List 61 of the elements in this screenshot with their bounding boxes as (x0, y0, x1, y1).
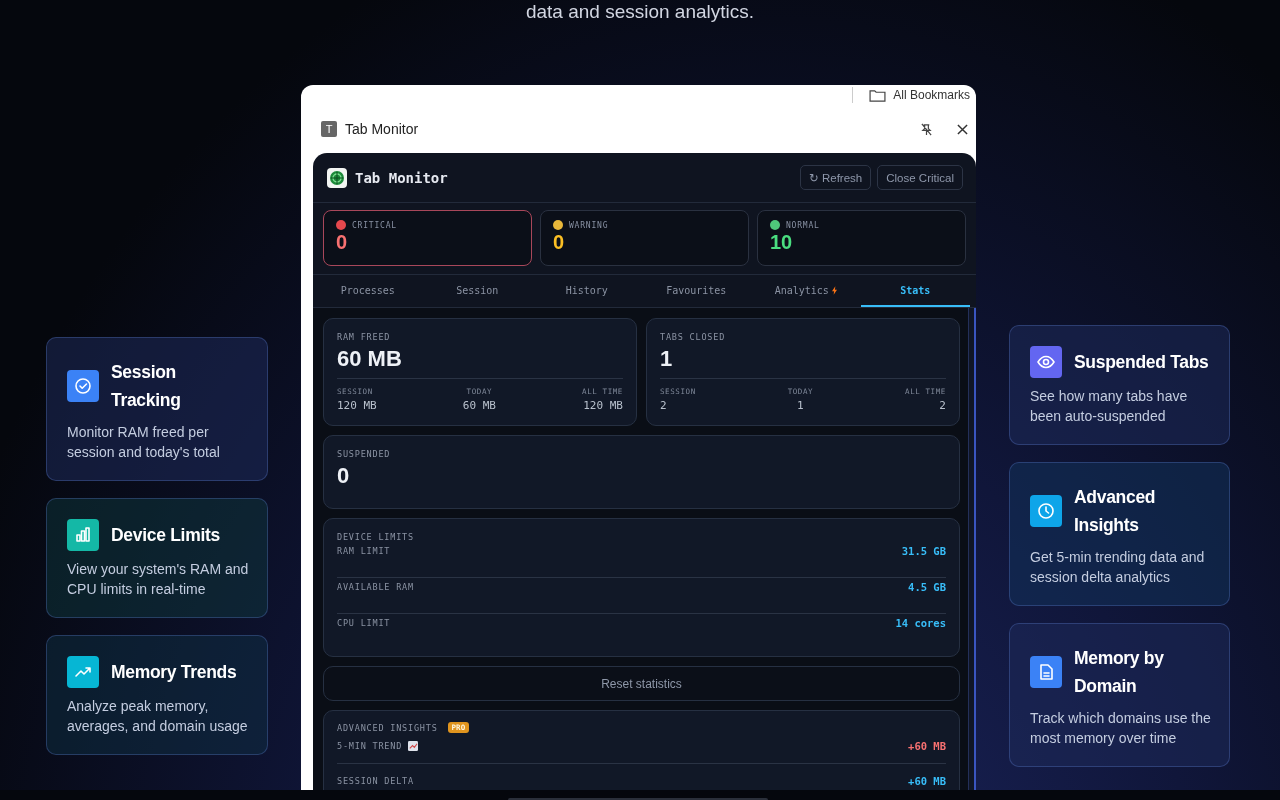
status-label: NORMAL (786, 220, 820, 230)
header-button[interactable]: Close Critical (877, 165, 963, 190)
feature-title: Advanced Insights (1074, 486, 1157, 537)
limit-label: RAM LIMIT (337, 546, 391, 556)
logo-icon (327, 167, 347, 188)
feature-description: See how many tabs have been auto-suspended (1030, 387, 1189, 426)
insight-value: +60 MB (908, 775, 946, 787)
stat-value: 0 (337, 463, 351, 489)
status-label: CRITICAL (352, 220, 397, 230)
section-title: DEVICE LIMITS (337, 532, 415, 542)
close-icon[interactable] (957, 123, 968, 135)
limit-label: CPU LIMIT (337, 618, 391, 628)
status-count: 10 (770, 231, 794, 253)
stat-value: 60 MB (337, 346, 403, 372)
breakdown-value: 120 MB (337, 399, 377, 412)
insight-label: 5-MIN TREND (337, 741, 403, 751)
breakdown-value: 2 (660, 399, 668, 412)
panel-title: Tab Monitor (345, 121, 420, 137)
tab[interactable]: History (532, 275, 642, 307)
tab[interactable]: Session (422, 275, 532, 307)
limit-value: 14 cores (895, 617, 946, 629)
app-title: Tab Monitor (355, 169, 448, 186)
tab[interactable]: Processes (313, 275, 423, 307)
feature-title: Device Limits (111, 524, 220, 547)
status-count: 0 (553, 231, 566, 253)
breakdown-value: 60 MB (462, 399, 496, 412)
limit-label: AVAILABLE RAM (337, 582, 414, 592)
feature-title: Memory Trends (111, 661, 237, 684)
intro-text: data and session analytics. (524, 0, 756, 24)
insight-value: +60 MB (908, 740, 946, 752)
status-label: WARNING (569, 220, 609, 230)
chart-icon (408, 741, 419, 751)
feature-title: Suspended Tabs (1074, 351, 1209, 374)
feature-title: Session Tracking (111, 361, 182, 412)
stat-label: SUSPENDED (337, 449, 392, 459)
tab[interactable]: Analytics (751, 275, 861, 307)
feature-description: Track which domains use the most memory over time (1030, 709, 1212, 748)
bookmarks-link[interactable]: All Bookmarks (893, 88, 970, 102)
limit-value: 4.5 GB (908, 581, 946, 593)
feature-description: Get 5-min trending data and session delta analytics (1030, 548, 1206, 587)
insight-label: SESSION DELTA (337, 776, 414, 786)
breakdown-value: 2 (938, 399, 946, 412)
feature-description: Analyze peak memory, averages, and domain usage (67, 697, 249, 736)
reset-button[interactable]: Reset statistics (323, 666, 960, 701)
stat-value: 1 (660, 346, 674, 372)
breakdown-value: 120 MB (582, 399, 623, 412)
feature-description: View your system's RAM and CPU limits in real-time (67, 560, 250, 599)
feature-title: Memory by Domain (1074, 647, 1165, 698)
tab[interactable]: Favourites (641, 275, 751, 307)
section-title: ADVANCED INSIGHTS (337, 722, 438, 733)
stat-label: TABS CLOSED (660, 332, 727, 342)
scrollbar[interactable] (968, 308, 976, 790)
status-count: 0 (336, 231, 349, 253)
extension-badge: T (321, 121, 337, 137)
header-button[interactable]: ↻ Refresh (800, 165, 872, 190)
unpin-icon[interactable] (920, 122, 933, 136)
stat-label: RAM FREED (337, 332, 392, 342)
limit-value: 31.5 GB (901, 545, 946, 557)
folder-icon (869, 88, 887, 102)
feature-description: Monitor RAM freed per session and today's total (67, 423, 221, 462)
breakdown-value: 1 (796, 399, 805, 412)
